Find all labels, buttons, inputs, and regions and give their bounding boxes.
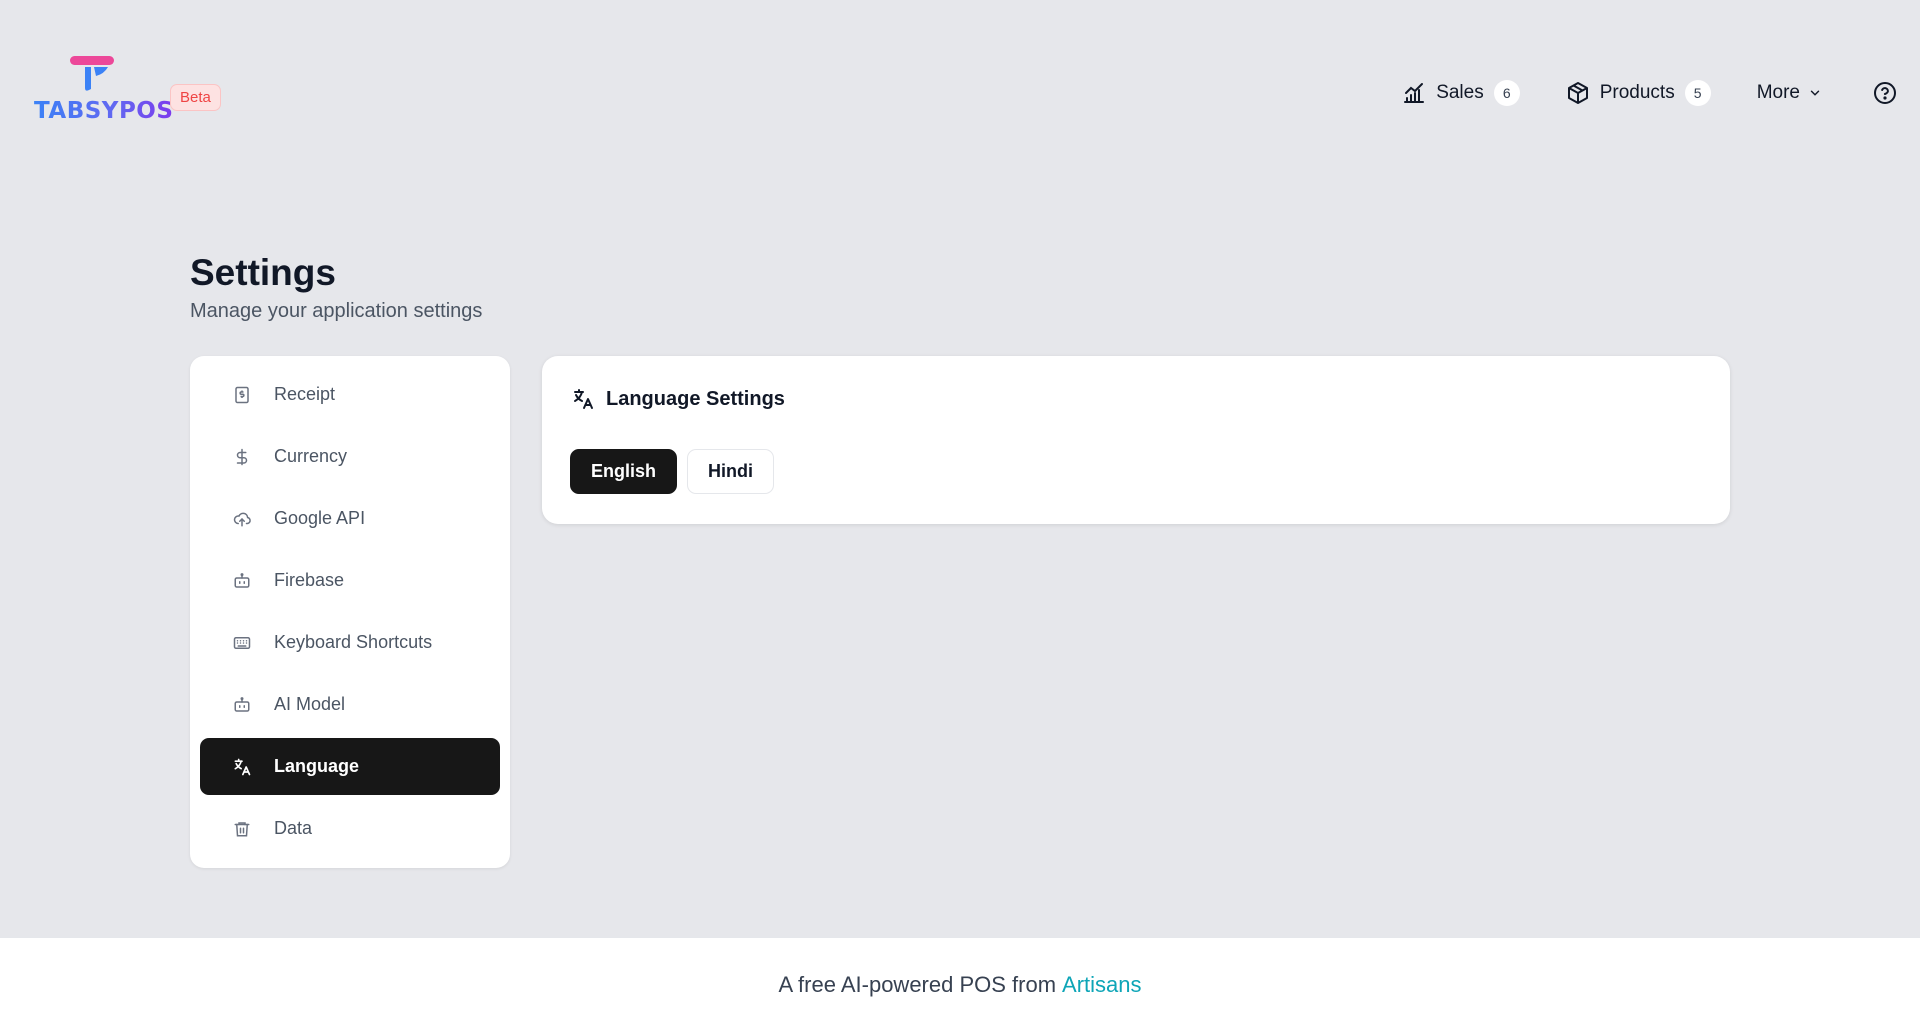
footer-artisans-link[interactable]: Artisans: [1062, 972, 1141, 998]
chart-icon: [1402, 81, 1426, 105]
footer-text: A free AI-powered POS from: [778, 972, 1057, 997]
nav-products-label: Products: [1599, 82, 1675, 103]
settings-sidebar: Receipt Currency Google API Firebase Key…: [190, 356, 510, 868]
sidebar-item-label: Currency: [274, 446, 348, 466]
sidebar-item-keyboard-shortcuts[interactable]: Keyboard Shortcuts: [200, 614, 500, 671]
sidebar-item-receipt[interactable]: Receipt: [200, 366, 500, 423]
chevron-down-icon: [1808, 86, 1822, 100]
page-title: Settings: [190, 252, 336, 293]
logo-t-icon: [70, 56, 114, 91]
translate-icon: [232, 757, 252, 777]
language-options: English Hindi: [570, 449, 784, 494]
language-hindi-button[interactable]: Hindi: [687, 449, 775, 494]
language-english-button[interactable]: English: [570, 449, 678, 494]
sidebar-item-language[interactable]: Language: [200, 738, 500, 795]
sidebar-item-google-api[interactable]: Google API: [200, 490, 500, 547]
trash-icon: [232, 819, 252, 839]
sidebar-item-currency[interactable]: Currency: [200, 428, 500, 485]
app-footer: A free AI-powered POS from Artisans: [0, 937, 1920, 1032]
translate-icon: [570, 386, 596, 412]
brand-logo[interactable]: TABSYPOS Beta: [34, 54, 221, 126]
nav-sales[interactable]: Sales 6: [1402, 80, 1520, 106]
sidebar-item-label: Google API: [274, 508, 366, 528]
receipt-icon: [232, 385, 252, 405]
bot-icon: [232, 695, 252, 715]
nav-products[interactable]: Products 5: [1566, 80, 1711, 106]
sidebar-item-label: Language: [274, 756, 360, 776]
sidebar-item-ai-model[interactable]: AI Model: [200, 676, 500, 733]
card-header: Language Settings: [570, 386, 785, 412]
dollar-icon: [232, 447, 252, 467]
nav-sales-label: Sales: [1436, 82, 1484, 103]
logo-mark: TABSYPOS: [34, 54, 173, 126]
language-settings-card: Language Settings English Hindi: [542, 356, 1730, 524]
sidebar-item-label: Data: [274, 818, 313, 838]
nav-more-label: More: [1756, 82, 1800, 103]
cloud-upload-icon: [232, 509, 252, 529]
keyboard-icon: [232, 633, 252, 653]
sidebar-item-label: Firebase: [274, 570, 345, 590]
sidebar-item-data[interactable]: Data: [200, 800, 500, 857]
bot-icon: [232, 571, 252, 591]
sales-count-badge: 6: [1493, 80, 1520, 106]
box-icon: [1566, 81, 1590, 105]
help-circle-icon[interactable]: [1872, 80, 1898, 106]
sidebar-item-label: Receipt: [274, 384, 336, 404]
sidebar-item-firebase[interactable]: Firebase: [200, 552, 500, 609]
brand-name: TABSYPOS: [34, 98, 174, 124]
page-subtitle: Manage your application settings: [190, 300, 483, 322]
sidebar-item-label: AI Model: [274, 694, 346, 714]
app-header: TABSYPOS Beta Sales 6 Products 5 More: [0, 0, 1920, 190]
sidebar-item-label: Keyboard Shortcuts: [274, 632, 433, 652]
products-count-badge: 5: [1684, 80, 1711, 106]
nav-more[interactable]: More: [1757, 82, 1822, 104]
beta-badge: Beta: [170, 84, 221, 111]
card-title: Language Settings: [606, 387, 785, 410]
top-nav: Sales 6 Products 5 More: [1402, 80, 1898, 106]
